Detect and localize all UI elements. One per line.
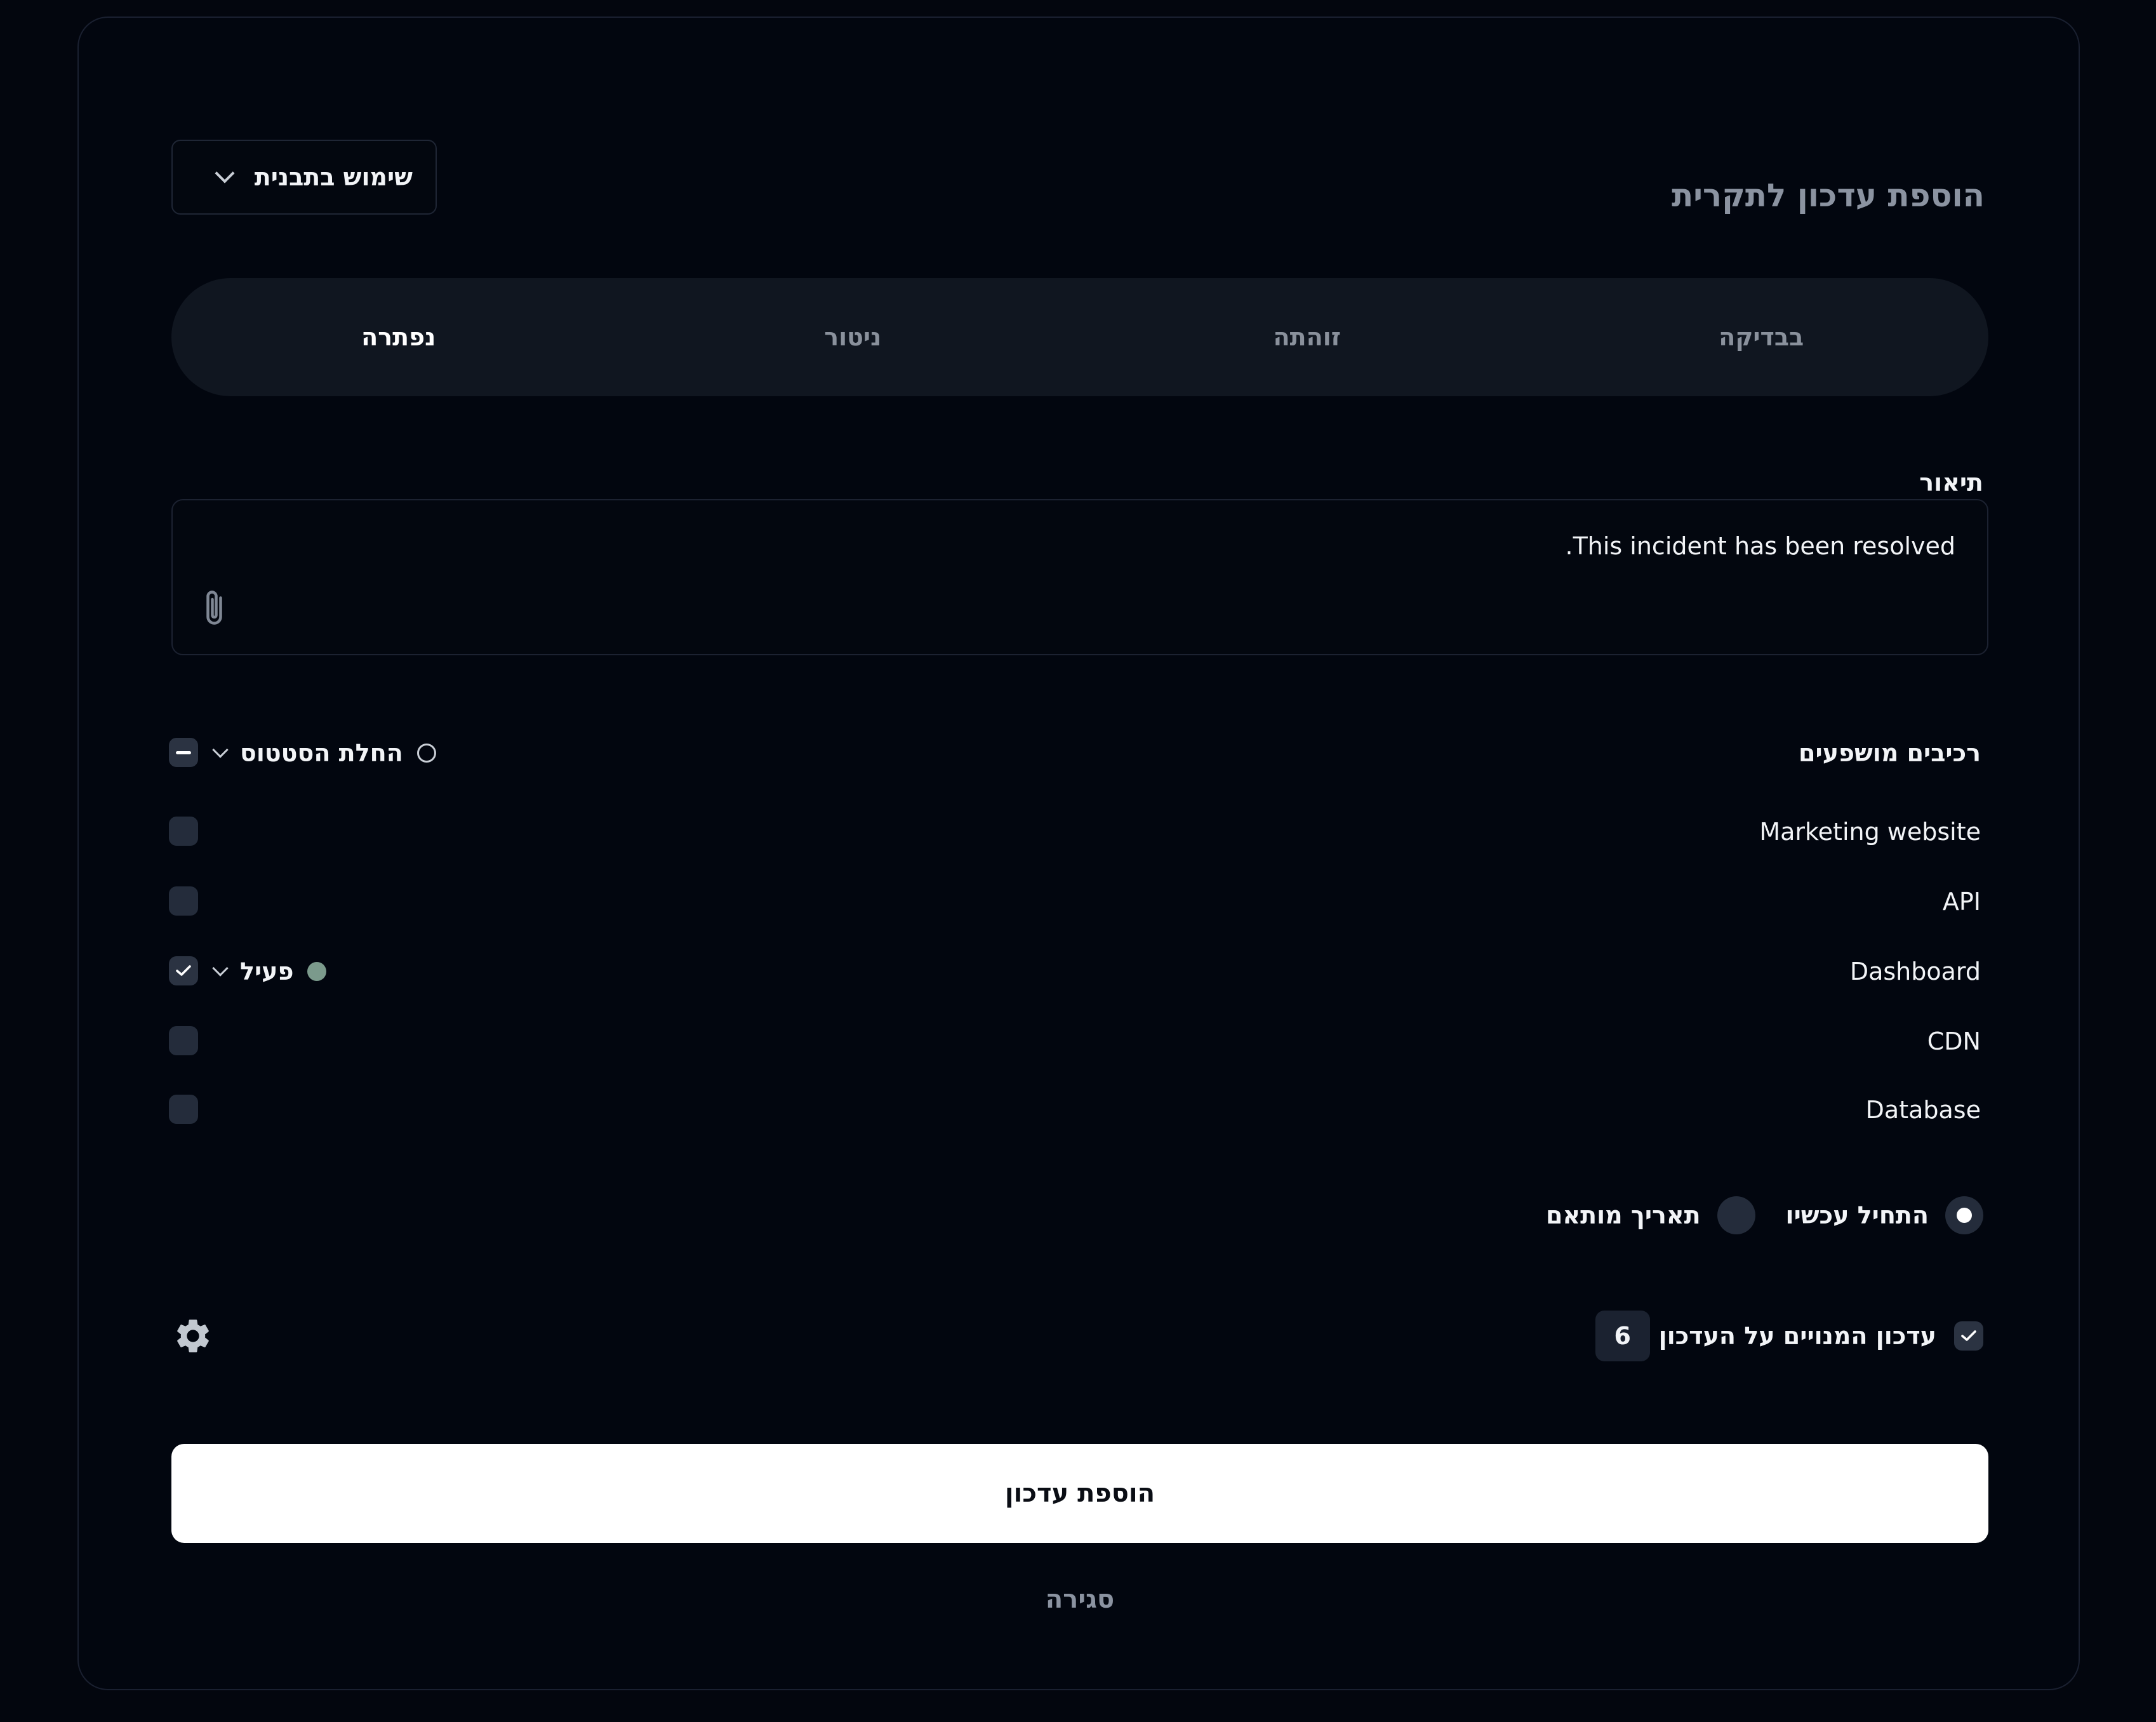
paperclip-icon[interactable] — [197, 587, 235, 631]
radio-custom-date[interactable] — [1717, 1196, 1755, 1234]
timing-radio-group: התחיל עכשיו תאריך מותאם — [1546, 1195, 1983, 1236]
tab-investigating[interactable]: בבדיקה — [1534, 278, 1989, 396]
status-tabs: בבדיקה זוהתה ניטור נפתרה — [171, 278, 1988, 396]
radio-start-now[interactable] — [1945, 1196, 1983, 1234]
description-label: תיאור — [1919, 469, 1983, 497]
tab-monitoring[interactable]: ניטור — [626, 278, 1081, 396]
close-button[interactable]: סגירה — [171, 1577, 1988, 1622]
component-name: Database — [1865, 1096, 1981, 1124]
notify-subscribers-checkbox[interactable] — [1954, 1321, 1983, 1351]
select-all-checkbox[interactable] — [169, 738, 198, 767]
check-icon — [1961, 1330, 1976, 1341]
description-value: This incident has been resolved. — [1565, 532, 1955, 560]
affected-components-label: רכיבים מושפעים — [1799, 739, 1981, 767]
use-template-label: שימוש בתבנית — [254, 163, 413, 191]
notify-subscribers-label[interactable]: עדכון המנויים על העדכון — [1659, 1322, 1936, 1350]
component-name: Dashboard — [1849, 958, 1981, 985]
bulk-status-dropdown[interactable]: החלת הסטטוס — [212, 733, 436, 773]
component-name: CDN — [1927, 1027, 1981, 1055]
check-icon — [176, 965, 191, 976]
indeterminate-icon — [176, 751, 191, 754]
incident-update-dialog: הוספת עדכון לתקרית שימוש בתבנית בבדיקה ז… — [77, 17, 2080, 1690]
bulk-status-label: החלת הסטטוס — [240, 739, 403, 767]
gear-icon[interactable] — [173, 1316, 213, 1356]
notify-subscribers: עדכון המנויים על העדכון 6 — [1595, 1311, 1983, 1361]
component-checkbox-database[interactable] — [169, 1095, 198, 1124]
component-name: API — [1942, 888, 1981, 916]
chevron-down-icon — [212, 960, 229, 977]
dialog-title: הוספת עדכון לתקרית — [1672, 177, 1985, 214]
component-checkbox-api[interactable] — [169, 886, 198, 916]
radio-start-now-label[interactable]: התחיל עכשיו — [1786, 1201, 1929, 1229]
chevron-down-icon — [215, 163, 235, 184]
status-operational-icon — [307, 962, 327, 981]
tab-resolved[interactable]: נפתרה — [171, 278, 626, 396]
status-empty-icon — [416, 744, 436, 763]
tab-identified[interactable]: זוהתה — [1080, 278, 1534, 396]
component-checkbox-cdn[interactable] — [169, 1026, 198, 1055]
radio-custom-date-label[interactable]: תאריך מותאם — [1546, 1201, 1701, 1229]
subscriber-count-badge: 6 — [1595, 1311, 1650, 1361]
add-update-button[interactable]: הוספת עדכון — [171, 1444, 1988, 1543]
description-textarea[interactable]: This incident has been resolved. — [171, 499, 1988, 655]
radio-selected-dot — [1957, 1208, 1972, 1223]
component-checkbox-dashboard[interactable] — [169, 956, 198, 985]
use-template-button[interactable]: שימוש בתבנית — [171, 140, 437, 215]
component-status-dropdown-dashboard[interactable]: פעיל — [212, 951, 327, 992]
chevron-down-icon — [212, 742, 229, 758]
component-checkbox-marketing-website[interactable] — [169, 817, 198, 846]
component-name: Marketing website — [1759, 818, 1981, 846]
component-status-label: פעיל — [240, 958, 294, 985]
